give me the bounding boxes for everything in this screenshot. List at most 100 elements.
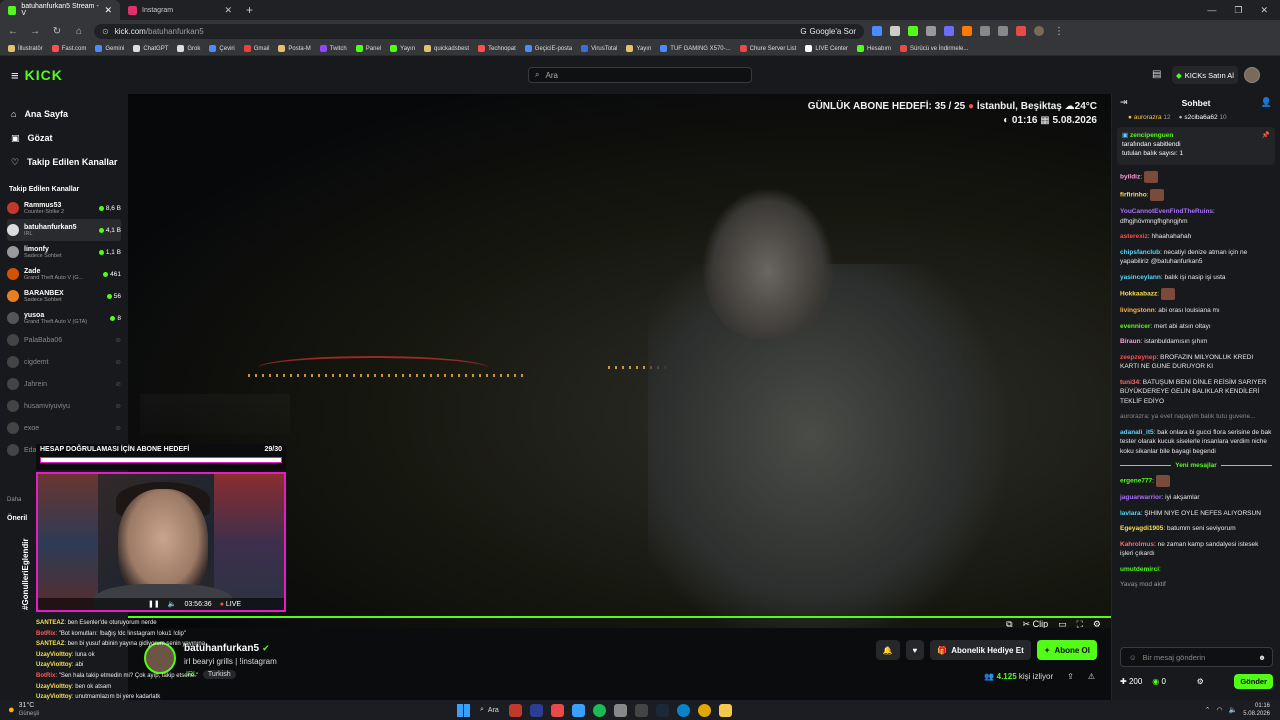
sidebar-channel[interactable]: batuhanfurkan5 IRL 4,1 B (7, 219, 121, 241)
tray-icon[interactable]: ⌃ (1205, 706, 1211, 714)
browser-tab-instagram[interactable]: Instagram ✕ (120, 0, 240, 20)
chat-username[interactable]: asterexiz (1120, 233, 1148, 240)
close-tab-icon[interactable]: ✕ (104, 5, 112, 16)
chat-username[interactable]: Hokkaabazz (1120, 291, 1157, 298)
bookmark-item[interactable]: Twitch (319, 45, 347, 52)
emote-picker-icon[interactable]: ☺ (1129, 653, 1137, 662)
collapse-chat-icon[interactable]: ⇥ (1120, 97, 1128, 108)
extension-icon[interactable] (890, 26, 900, 36)
sidebar-channel[interactable]: BARANBEX Sadece Sohbet 56 (7, 285, 121, 307)
sidebar-channel[interactable]: Zade Grand Theft Auto V (G... 461 (7, 263, 121, 285)
extension-icon[interactable] (944, 26, 954, 36)
chat-input[interactable]: ☺ Bir mesaj gönderin ☻ (1120, 647, 1273, 667)
chat-username[interactable]: ergene777 (1120, 478, 1152, 485)
bookmark-item[interactable]: Chure Server List (739, 45, 796, 52)
sidebar-channel[interactable]: limonfy Sadece Sohbet 1,1 B (7, 241, 121, 263)
chat-username[interactable]: zeepzeynep (1120, 354, 1157, 361)
report-icon[interactable]: ⚠ (1088, 672, 1095, 681)
miniplayer-icon[interactable]: ▭ (1058, 619, 1067, 628)
extension-icon[interactable] (872, 26, 882, 36)
bookmark-item[interactable]: Gemini (95, 45, 124, 52)
back-icon[interactable]: ← (6, 26, 20, 37)
bookmark-item[interactable]: VirusTotal (581, 45, 617, 52)
sidebar-channel-offline[interactable]: Jahrein ⊘ (7, 373, 121, 395)
chat-username[interactable]: umutdemirci (1120, 566, 1159, 573)
chat-username[interactable]: tuni34 (1120, 379, 1139, 386)
sidebar-channel[interactable]: yusoa Grand Theft Auto V (GTA) 8 (7, 307, 121, 329)
bookmark-item[interactable]: TUF GAMING X570-... (660, 45, 731, 52)
chat-username[interactable]: byildiz (1120, 174, 1140, 181)
windows-start-icon[interactable] (457, 703, 470, 717)
edge-icon[interactable] (676, 703, 690, 717)
wifi-icon[interactable]: ◠ (1216, 706, 1222, 714)
settings-gear-icon[interactable]: ⚙ (1093, 619, 1101, 628)
sidebar-channel[interactable]: Rammus53 Counter-Strike 2 8,6 B (7, 197, 121, 219)
hamburger-menu-icon[interactable]: ≡ (11, 68, 19, 83)
nav-browse[interactable]: ▣ Gözat (7, 126, 121, 150)
fullscreen-icon[interactable]: ⛶ (1077, 619, 1083, 628)
bookmark-item[interactable]: Yayın (626, 45, 651, 52)
chat-username[interactable]: firfirinho (1120, 192, 1147, 199)
new-tab-icon[interactable]: + (240, 3, 259, 17)
clip-button[interactable]: ✂ Clip (1023, 619, 1049, 628)
maximize-icon[interactable]: ❐ (1234, 5, 1242, 16)
app-icon[interactable] (634, 703, 648, 717)
extension-icon[interactable] (1016, 26, 1026, 36)
pinned-message[interactable]: ▣ zencipenguen 📌 tarafından sabitlendi t… (1117, 127, 1275, 165)
address-bar[interactable]: ⊙ kick.com/batuhanfurkan5 G Google'a Sor (94, 23, 864, 39)
bookmark-item[interactable]: quickadsbest (424, 45, 469, 52)
bookmark-item[interactable]: LIVE Center (805, 45, 848, 52)
share-icon[interactable]: ⇪ (1067, 672, 1074, 681)
profile-avatar-icon[interactable] (1034, 26, 1044, 36)
app-icon[interactable] (529, 703, 543, 717)
chat-username[interactable]: jaguarwarrior (1120, 494, 1162, 501)
send-button[interactable]: Gönder (1234, 673, 1273, 689)
pin-icon[interactable]: 📌 (1262, 131, 1270, 140)
bookmark-item[interactable]: Panel (355, 45, 381, 52)
minimize-icon[interactable]: — (1207, 5, 1216, 16)
close-window-icon[interactable]: ✕ (1260, 5, 1268, 16)
volume-icon[interactable]: 🔈 (1229, 706, 1238, 714)
chrome-icon[interactable] (697, 703, 711, 717)
chat-username[interactable]: Biraun (1120, 338, 1141, 345)
bookmark-item[interactable]: ChatGPT (133, 45, 168, 52)
weather-widget[interactable]: ● 31°C Güneşli (0, 702, 39, 718)
site-info-icon[interactable]: ⊙ (102, 27, 109, 36)
bookmark-item[interactable]: Technopat (478, 45, 516, 52)
library-icon[interactable]: ▤ (1152, 69, 1161, 80)
theater-mode-icon[interactable]: ⧉ (1006, 619, 1012, 628)
app-icon[interactable] (571, 703, 585, 717)
notifications-bell-button[interactable]: 🔔 (875, 640, 900, 660)
bookmark-item[interactable]: Gmail (243, 45, 269, 52)
buy-kicks-button[interactable]: ◆ KICKs Satın Al (1172, 66, 1238, 84)
bookmark-item[interactable]: İllustratör (8, 45, 43, 52)
chat-username[interactable]: lavlara (1120, 510, 1141, 517)
bookmark-item[interactable]: Posta-M (278, 45, 311, 52)
bookmark-item[interactable]: GeçiciE-posta (524, 45, 572, 52)
leaderboard-entry[interactable]: ● s2ciba6a62 10 (1179, 114, 1227, 121)
bookmark-item[interactable]: Grok (177, 45, 200, 52)
bookmark-item[interactable]: Sürücü ve İndirmele... (900, 45, 968, 52)
folder-icon[interactable] (718, 703, 732, 717)
chat-username[interactable]: YouCannotEvenFindTheRuins (1120, 208, 1213, 215)
gift-sub-button[interactable]: 🎁 Abonelik Hediye Et (930, 640, 1031, 660)
sidebar-channel-offline[interactable]: PalaBaba06 ⊘ (7, 329, 121, 351)
chat-username[interactable]: evennicer (1120, 323, 1150, 330)
app-icon[interactable] (508, 703, 522, 717)
nav-following[interactable]: ♡ Takip Edilen Kanallar (7, 150, 121, 174)
kicks-balance[interactable]: ◉ 0 (1152, 677, 1166, 686)
channel-points[interactable]: ✚ 200 (1120, 677, 1142, 686)
home-icon[interactable]: ⌂ (72, 26, 86, 37)
extension-icon[interactable] (962, 26, 972, 36)
clock[interactable]: 01:16 5.08.2026 (1243, 702, 1270, 718)
sidebar-channel-offline[interactable]: husamviyuviyu ⊘ (7, 395, 121, 417)
extension-icon[interactable] (998, 26, 1008, 36)
chat-settings-icon[interactable]: ⚙ (1197, 677, 1204, 686)
menu-dots-icon[interactable]: ⋮ (1052, 26, 1066, 37)
google-sor-button[interactable]: G Google'a Sor (800, 27, 856, 36)
bookmark-item[interactable]: Çeviri (209, 45, 235, 52)
app-icon[interactable] (550, 703, 564, 717)
chat-username[interactable]: Egeyagdi1905 (1120, 525, 1163, 532)
close-tab-icon[interactable]: ✕ (224, 5, 232, 16)
extension-icon[interactable] (980, 26, 990, 36)
